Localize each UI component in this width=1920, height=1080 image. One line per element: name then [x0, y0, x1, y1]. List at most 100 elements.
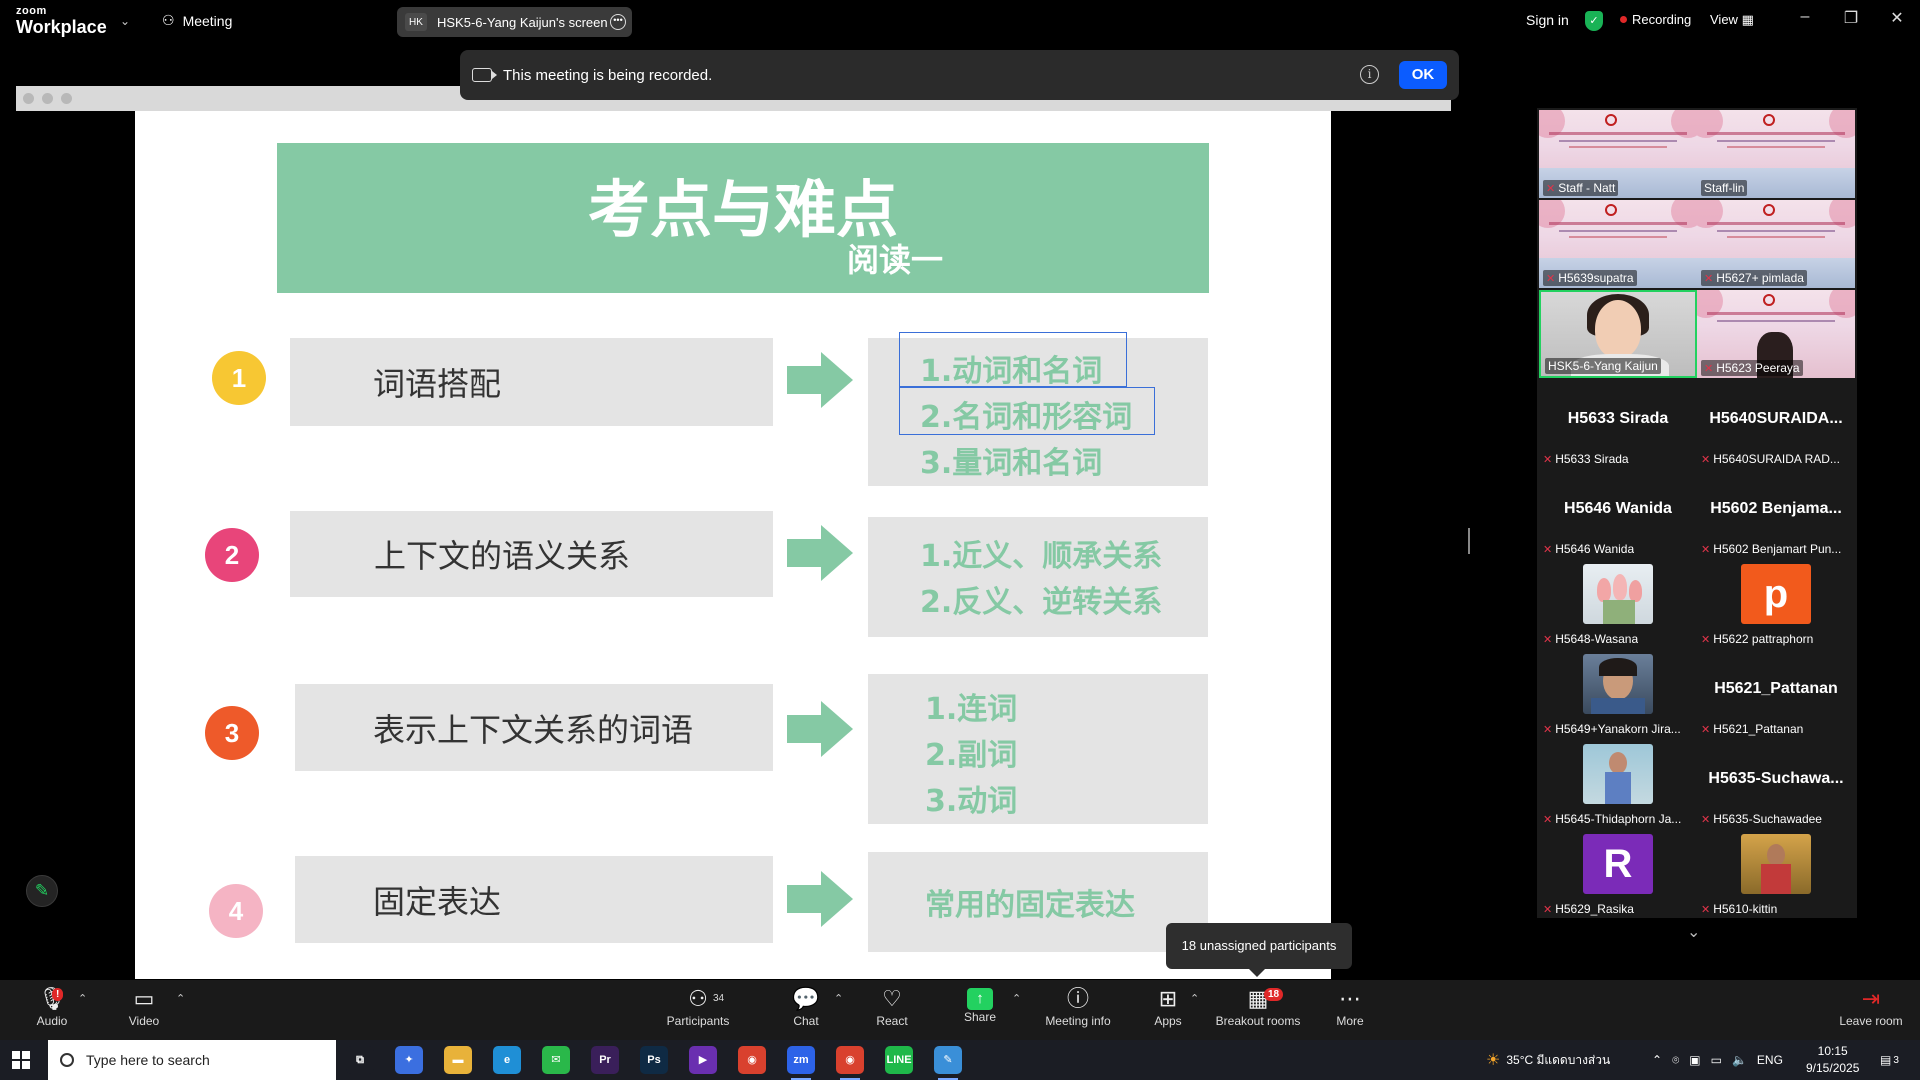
avatar: R: [1583, 834, 1653, 894]
zoom-app[interactable]: zm: [787, 1046, 815, 1080]
right-arrow-icon: [787, 871, 853, 927]
system-tray[interactable]: ⌃ ⌾ ▣ ▭ 🔈 ENG: [1652, 1040, 1783, 1080]
video-button[interactable]: ▭ Video: [122, 980, 166, 1040]
clock[interactable]: 10:15 9/15/2025: [1806, 1043, 1859, 1077]
ok-button[interactable]: OK: [1399, 61, 1447, 89]
participant-tile[interactable]: ✕ H5649+Yanakorn Jira...: [1539, 650, 1697, 738]
recording-indicator[interactable]: Recording: [1620, 12, 1691, 27]
participant-tile[interactable]: H5640SURAIDA... ✕ H5640SURAIDA RAD...: [1697, 380, 1855, 468]
meeting-menu[interactable]: ⚇ Meeting: [162, 12, 232, 29]
participants-button[interactable]: ⚇ Participants: [660, 980, 736, 1040]
row-label: 表示上下文关系的词语: [295, 684, 773, 771]
participant-name: ✕ H5640SURAIDA RAD...: [1701, 452, 1840, 466]
scroll-down-chevron-icon[interactable]: ⌄: [1687, 922, 1700, 942]
audio-options-caret-icon[interactable]: ⌃: [78, 992, 87, 1005]
slide-title: 考点与难点: [587, 173, 898, 246]
share-options-caret-icon[interactable]: ⌃: [1012, 992, 1021, 1005]
annotate-pen-icon[interactable]: ✎: [26, 875, 58, 907]
chrome-app-2[interactable]: ◉: [836, 1046, 864, 1080]
more-options-icon[interactable]: •••: [610, 14, 626, 30]
task-view-app[interactable]: ⧉: [346, 1046, 374, 1074]
taskbar-search-input[interactable]: Type here to search: [48, 1040, 336, 1080]
close-window-button[interactable]: ✕: [1882, 8, 1912, 28]
participant-tile[interactable]: ✕ H5639supatra: [1539, 200, 1697, 288]
mic-muted-icon: ✕: [1543, 634, 1553, 646]
share-button[interactable]: ↑ Share: [960, 980, 1000, 1040]
mic-muted-icon: ✕: [1546, 273, 1556, 285]
whiteboard-app[interactable]: ✎: [934, 1046, 962, 1080]
panel-resize-handle[interactable]: [1468, 528, 1470, 554]
apps-options-caret-icon[interactable]: ⌃: [1190, 992, 1199, 1005]
react-button[interactable]: ♡ React: [872, 980, 912, 1040]
participant-tile[interactable]: p ✕ H5622 pattraphorn: [1697, 560, 1855, 648]
row-number-badge: 4: [209, 884, 263, 938]
wechat-app[interactable]: ✉: [542, 1046, 570, 1074]
participant-tile[interactable]: H5602 Benjama... ✕ H5602 Benjamart Pun...: [1697, 470, 1855, 558]
screen-tab-label: HSK5-6-Yang Kaijun's screen: [437, 14, 608, 30]
edge-app[interactable]: e: [493, 1046, 521, 1074]
line-app[interactable]: LINE: [885, 1046, 913, 1074]
participant-tile[interactable]: ✕ H5645-Thidaphorn Ja...: [1539, 740, 1697, 828]
participant-tile[interactable]: H5621_Pattanan ✕ H5621_Pattanan: [1697, 650, 1855, 738]
weather-widget[interactable]: ☀ 35°C มีแดดบางส่วน: [1486, 1040, 1610, 1080]
view-button[interactable]: View ▦: [1710, 12, 1754, 28]
visual-studio-app[interactable]: ▶: [689, 1046, 717, 1074]
copilot-app[interactable]: ✦: [395, 1046, 423, 1074]
photoshop-app[interactable]: Ps: [640, 1046, 668, 1074]
info-icon[interactable]: i: [1360, 65, 1379, 84]
file-explorer-app[interactable]: ▬: [444, 1046, 472, 1074]
language-indicator: ENG: [1756, 1053, 1783, 1067]
participant-tile[interactable]: R ✕ H5629_Rasika: [1539, 830, 1697, 918]
row-number-badge: 1: [212, 351, 266, 405]
participant-tile[interactable]: H5646 Wanida ✕ H5646 Wanida: [1539, 470, 1697, 558]
row-label: 上下文的语义关系: [290, 511, 773, 597]
leave-room-button[interactable]: ⇥ Leave room: [1836, 980, 1906, 1040]
chevron-down-icon[interactable]: ⌄: [120, 14, 130, 28]
audio-button[interactable]: 🎙 Audio: [30, 980, 74, 1040]
row-label: 词语搭配: [290, 338, 773, 426]
sign-in-link[interactable]: Sign in: [1526, 12, 1569, 28]
participant-tile[interactable]: Staff-lin: [1697, 110, 1855, 198]
breakout-rooms-icon: ▦: [1247, 986, 1269, 1011]
breakout-rooms-button[interactable]: ▦ Breakout rooms: [1214, 980, 1302, 1040]
participant-tile[interactable]: H5633 Sirada ✕ H5633 Sirada: [1539, 380, 1697, 468]
mic-muted-icon: ✕: [1543, 454, 1553, 466]
share-arrow-icon: ↑: [967, 988, 993, 1010]
avatar: [1583, 564, 1653, 624]
participant-tile[interactable]: ✕ H5623 Peeraya: [1697, 290, 1855, 378]
chat-button[interactable]: 💬 Chat: [786, 980, 826, 1040]
screen-share-tab[interactable]: HK HSK5-6-Yang Kaijun's screen •••: [397, 7, 632, 37]
participant-tile[interactable]: H5635-Suchawa... ✕ H5635-Suchawadee: [1697, 740, 1855, 828]
answer-item: 3.动词: [925, 784, 1018, 819]
participants-icon: ⚇: [688, 986, 708, 1011]
participant-name: HSK5-6-Yang Kaijun: [1545, 358, 1661, 374]
participant-name: ✕ H5648-Wasana: [1543, 632, 1639, 646]
search-icon: [60, 1053, 74, 1067]
chat-options-caret-icon[interactable]: ⌃: [834, 992, 843, 1005]
window-dot-icon: [42, 93, 53, 104]
premiere-app[interactable]: Pr: [591, 1046, 619, 1074]
notification-center-icon[interactable]: ▤ 3: [1880, 1040, 1899, 1080]
avatar: [1583, 744, 1653, 804]
participant-tile[interactable]: ✕ H5648-Wasana: [1539, 560, 1697, 648]
participant-tile[interactable]: ✕ H5627+ pimlada: [1697, 200, 1855, 288]
apps-button[interactable]: ⊞ Apps: [1148, 980, 1188, 1040]
windows-start-icon[interactable]: [12, 1051, 30, 1069]
video-options-caret-icon[interactable]: ⌃: [176, 992, 185, 1005]
mic-muted-icon: ✕: [1701, 814, 1711, 826]
answer-item: 常用的固定表达: [925, 888, 1135, 923]
participant-tile[interactable]: ✕ H5610-kittin: [1697, 830, 1855, 918]
row-number-badge: 3: [205, 706, 259, 760]
meeting-info-button[interactable]: ⓘ Meeting info: [1042, 980, 1114, 1040]
window-dot-icon: [23, 93, 34, 104]
participant-name: ✕ H5639supatra: [1543, 270, 1637, 286]
participant-tile[interactable]: ✕ Staff - Natt: [1539, 110, 1697, 198]
chrome-app[interactable]: ◉: [738, 1046, 766, 1074]
mic-muted-icon: ✕: [1701, 634, 1711, 646]
security-shield-icon[interactable]: ✓: [1585, 11, 1603, 31]
more-button[interactable]: ⋯ More: [1330, 980, 1370, 1040]
restore-button[interactable]: ❐: [1836, 8, 1866, 28]
participant-display-name: H5640SURAIDA...: [1709, 410, 1843, 427]
active-speaker-tile[interactable]: HSK5-6-Yang Kaijun: [1539, 290, 1697, 378]
minimize-button[interactable]: –: [1790, 8, 1820, 26]
